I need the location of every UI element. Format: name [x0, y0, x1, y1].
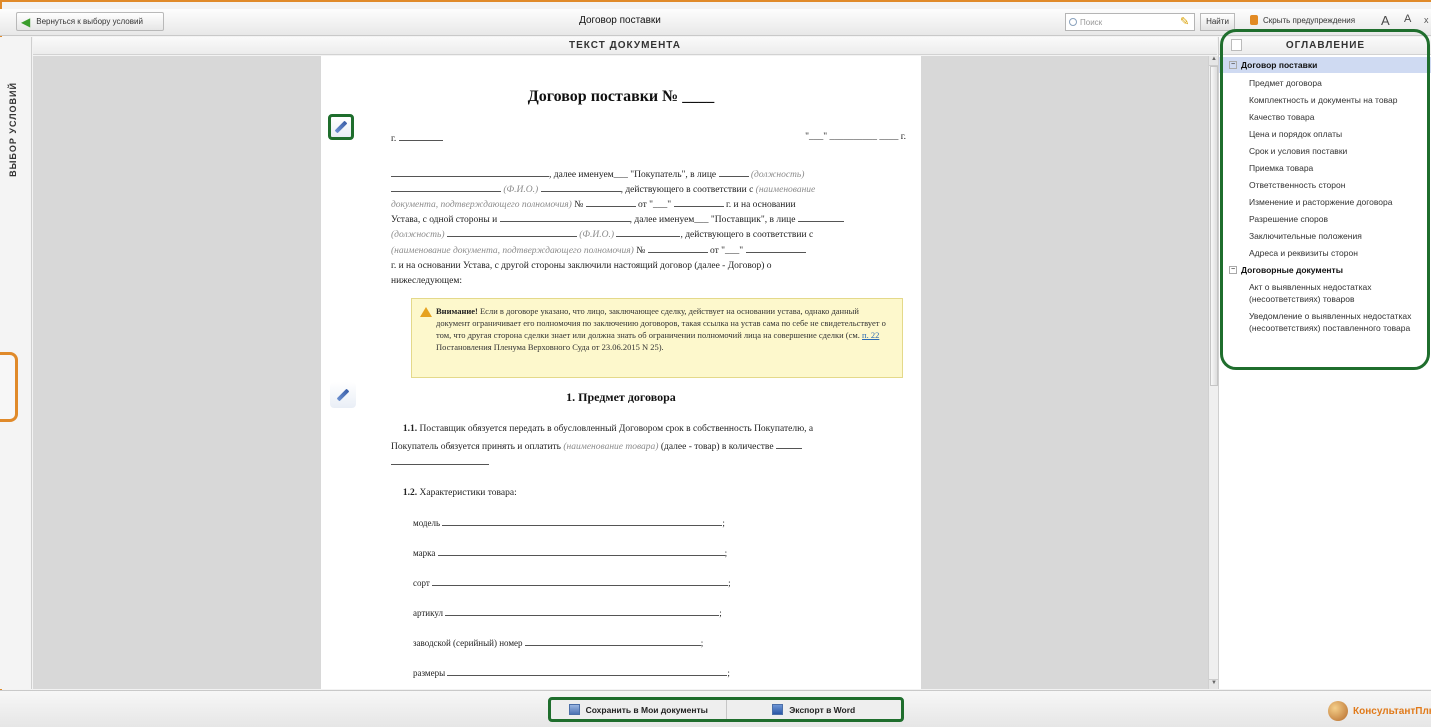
- hide-warnings-label: Скрыть предупреждения: [1263, 15, 1356, 25]
- party-line-5: (должность) (Ф.И.О.) , действующего в со…: [391, 230, 814, 240]
- window-title: Договор поставки: [579, 15, 661, 26]
- field-article: артикул ;: [413, 608, 722, 618]
- field-model: модель ;: [413, 518, 725, 528]
- clause-1-1-cont: Покупатель обязуется принять и оплатить …: [391, 440, 906, 452]
- toc-item-liability[interactable]: Ответственность сторон: [1219, 177, 1431, 193]
- toc-item-price[interactable]: Цена и порядок оплаты: [1219, 126, 1431, 142]
- globe-icon: [1328, 701, 1348, 721]
- brand-logo: КонсультантПлюс: [1328, 701, 1431, 721]
- find-button[interactable]: Найти: [1200, 13, 1235, 31]
- back-button-label: Вернуться к выбору условий: [36, 17, 143, 26]
- party-line-8: нижеследующем:: [391, 276, 462, 286]
- toc-item-quality[interactable]: Качество товара: [1219, 109, 1431, 125]
- drawer-handle[interactable]: [0, 352, 18, 422]
- section-title: 1. Предмет договора: [566, 390, 676, 404]
- document-page: Договор поставки № ____ г. "___" _______…: [321, 56, 921, 689]
- font-decrease-icon[interactable]: A: [1404, 13, 1411, 25]
- toc-panel: ОГЛАВЛЕНИЕ − Договор поставки Предмет до…: [1218, 37, 1431, 689]
- hide-warnings-toggle[interactable]: Скрыть предупреждения: [1250, 15, 1355, 25]
- search-icon: [1069, 18, 1077, 26]
- search-input[interactable]: Поиск: [1065, 13, 1195, 31]
- toc-item-acceptance[interactable]: Приемка товара: [1219, 160, 1431, 176]
- toc-item-documents[interactable]: − Договорные документы: [1219, 262, 1431, 278]
- top-toolbar: ◀ Вернуться к выбору условий Договор пос…: [0, 9, 1431, 36]
- document-header: ТЕКСТ ДОКУМЕНТА: [33, 37, 1217, 55]
- toc-item-final[interactable]: Заключительные положения: [1219, 228, 1431, 244]
- toc-collapse-icon[interactable]: [1231, 39, 1242, 51]
- arrow-left-icon: ◀: [21, 14, 31, 29]
- toc-item-disputes[interactable]: Разрешение споров: [1219, 211, 1431, 227]
- bottom-toolbar: Сохранить в Мои документы Экспорт в Word…: [0, 690, 1431, 727]
- warning-toggle-icon: [1250, 15, 1258, 25]
- toc-item-amendment[interactable]: Изменение и расторжение договора: [1219, 194, 1431, 210]
- collapse-icon[interactable]: −: [1229, 61, 1237, 69]
- close-icon[interactable]: x: [1424, 15, 1429, 25]
- toc-header: ОГЛАВЛЕНИЕ: [1219, 37, 1431, 55]
- clause-1-1: 1.1. Поставщик обязуется передать в обус…: [402, 424, 814, 434]
- field-brand: марка ;: [413, 548, 728, 558]
- conditions-tab[interactable]: ВЫБОР УСЛОВИЙ: [8, 82, 18, 177]
- export-word-button[interactable]: Экспорт в Word: [725, 700, 902, 719]
- warning-icon: [420, 307, 432, 317]
- warning-link[interactable]: п. 22: [862, 330, 879, 340]
- save-to-my-documents-button[interactable]: Сохранить в Мои документы: [551, 700, 726, 719]
- field-serial: заводской (серийный) номер ;: [413, 638, 704, 648]
- toc-item-defects-notice[interactable]: Уведомление о выявленных недостатках (не…: [1219, 309, 1431, 335]
- edit-icon[interactable]: [328, 114, 354, 140]
- save-icon: [568, 704, 580, 715]
- city-date-row: г. "___" __________ ____ г.: [391, 132, 906, 144]
- search-options-icon[interactable]: ✎: [1180, 15, 1189, 28]
- party-line-4: Устава, с одной стороны и , далее именуе…: [391, 213, 906, 225]
- toc-item-addresses[interactable]: Адреса и реквизиты сторон: [1219, 245, 1431, 261]
- back-to-conditions-button[interactable]: ◀ Вернуться к выбору условий: [16, 12, 164, 31]
- party-line-2: (Ф.И.О.) , действующего в соответствии с…: [391, 183, 906, 195]
- party-line-3: документа, подтверждающего полномочия) №…: [391, 200, 796, 210]
- party-line-1: , далее именуем___ "Покупатель", в лице …: [391, 168, 906, 180]
- toc-item-defects-act[interactable]: Акт о выявленных недостатках (несоответс…: [1219, 280, 1431, 306]
- toc-item-contract[interactable]: − Договор поставки: [1219, 57, 1431, 73]
- clause-1-1-line: [391, 456, 906, 468]
- party-line-7: г. и на основании Устава, с другой сторо…: [391, 261, 772, 271]
- field-dimensions: размеры ;: [413, 668, 730, 678]
- font-increase-icon[interactable]: A: [1381, 13, 1390, 28]
- toc-item-subject[interactable]: Предмет договора: [1219, 75, 1431, 91]
- word-icon: [772, 704, 784, 715]
- toc-item-delivery[interactable]: Срок и условия поставки: [1219, 143, 1431, 159]
- document-scrollbar[interactable]: ▲ ▼: [1208, 56, 1219, 689]
- collapse-icon[interactable]: −: [1229, 266, 1237, 274]
- document-workspace: Договор поставки № ____ г. "___" _______…: [33, 56, 1208, 689]
- warning-note: Внимание! Если в договоре указано, что л…: [411, 298, 903, 378]
- search-placeholder: Поиск: [1080, 17, 1103, 27]
- clause-1-2: 1.2. Характеристики товара:: [402, 488, 517, 498]
- field-grade: сорт ;: [413, 578, 731, 588]
- toc-item-completeness[interactable]: Комплектность и документы на товар: [1219, 92, 1431, 108]
- party-line-6: (наименование документа, подтверждающего…: [391, 244, 906, 256]
- scroll-thumb[interactable]: [1210, 66, 1218, 386]
- document-title: Договор поставки № ____: [527, 88, 715, 105]
- bottom-actions: Сохранить в Мои документы Экспорт в Word: [548, 697, 904, 722]
